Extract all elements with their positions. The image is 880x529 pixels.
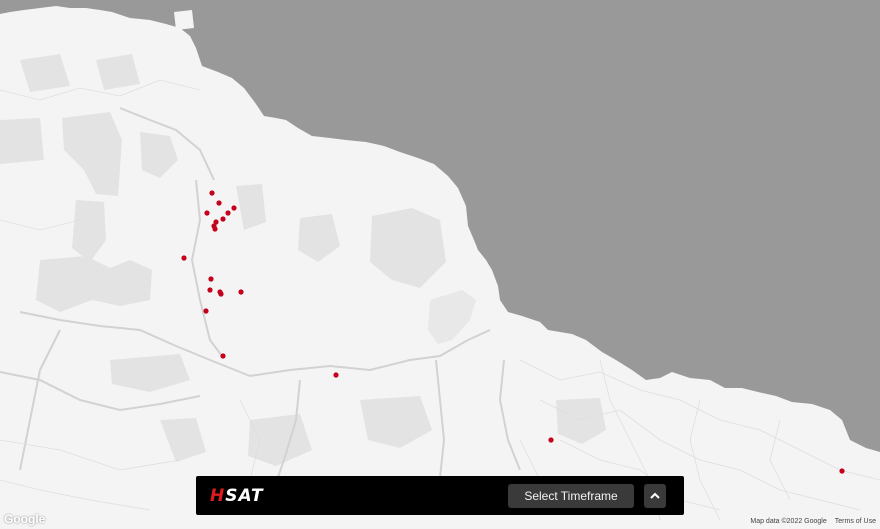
select-timeframe-button[interactable]: Select Timeframe: [508, 484, 634, 508]
map-marker[interactable]: [216, 200, 222, 206]
map-marker[interactable]: [212, 226, 218, 232]
map-marker[interactable]: [220, 353, 226, 359]
map-data-credit: Map data ©2022 Google: [750, 518, 827, 525]
map-marker[interactable]: [220, 216, 226, 222]
chevron-up-icon: [650, 492, 660, 499]
map[interactable]: [0, 0, 880, 528]
island-top: [174, 10, 194, 30]
map-marker[interactable]: [204, 210, 210, 216]
map-marker[interactable]: [218, 291, 224, 297]
map-marker[interactable]: [333, 372, 339, 378]
map-marker[interactable]: [207, 287, 213, 293]
expand-button[interactable]: [644, 484, 666, 508]
hsat-logo: HSAT: [210, 486, 264, 506]
map-marker[interactable]: [181, 255, 187, 261]
map-marker[interactable]: [548, 437, 554, 443]
map-marker[interactable]: [839, 468, 845, 474]
map-marker[interactable]: [209, 190, 215, 196]
bottom-control-bar: HSAT Select Timeframe: [196, 476, 684, 515]
map-marker[interactable]: [238, 289, 244, 295]
map-marker[interactable]: [231, 205, 237, 211]
map-marker[interactable]: [208, 276, 214, 282]
map-marker[interactable]: [203, 308, 209, 314]
map-attribution: Map data ©2022 Google Terms of Use: [746, 517, 880, 529]
map-marker[interactable]: [225, 210, 231, 216]
google-logo[interactable]: Google: [4, 512, 45, 526]
terms-of-use-link[interactable]: Terms of Use: [835, 518, 876, 529]
